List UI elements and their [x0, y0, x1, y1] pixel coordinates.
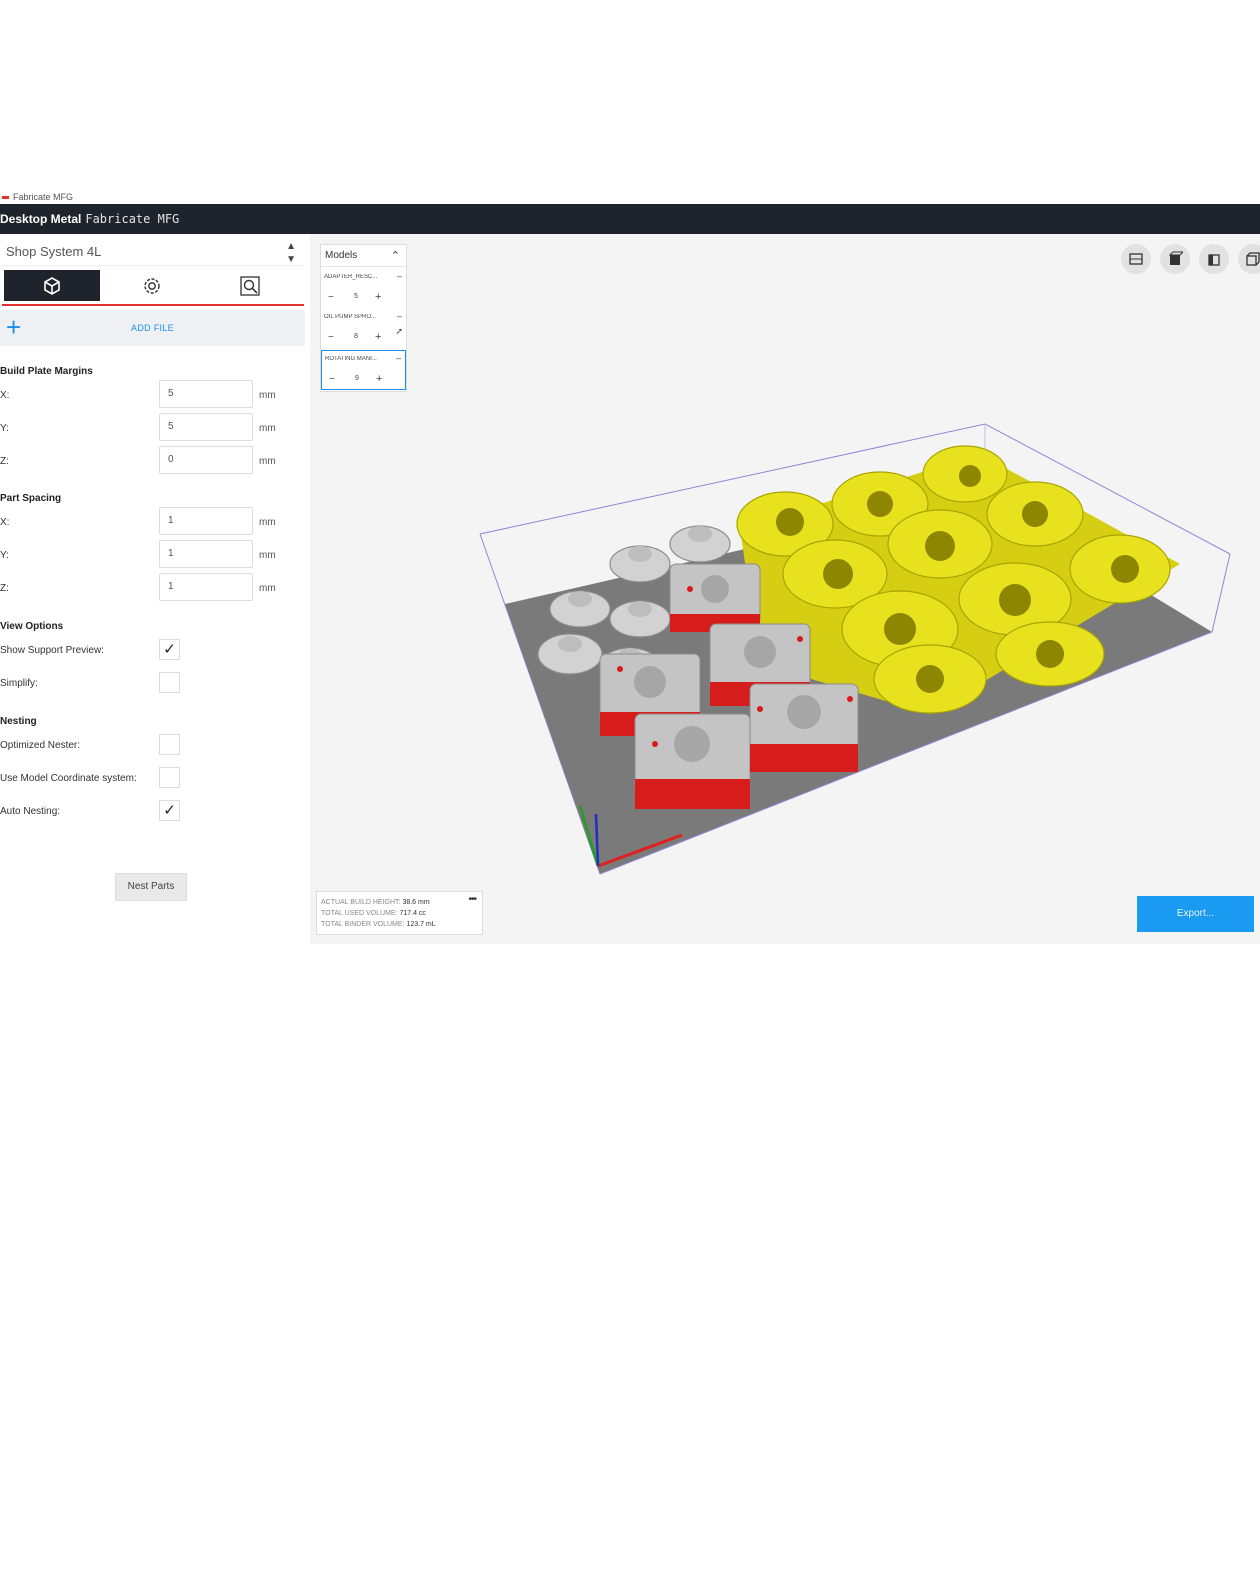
spacing-x-unit: mm: [259, 517, 276, 528]
optimized-nester-checkbox[interactable]: [159, 734, 180, 755]
build-box-edge: [1211, 553, 1231, 633]
view-iso-button[interactable]: [1238, 244, 1260, 274]
app-header: Desktop Metal Fabricate MFG: [0, 204, 1260, 234]
add-file-button[interactable]: + ADD FILE: [0, 310, 305, 346]
os-window-title: Fabricate MFG: [0, 190, 1260, 204]
gear-icon: [144, 277, 160, 294]
spacing-y-unit: mm: [259, 550, 276, 561]
printer-select[interactable]: Shop System 4L ▲ ▼: [2, 238, 304, 266]
add-file-label: ADD FILE: [131, 323, 174, 333]
sidebar-tabs: [2, 270, 304, 306]
tab-inspect[interactable]: [202, 270, 298, 301]
part-spacing-title: Part Spacing: [0, 493, 62, 504]
decrement-button[interactable]: −: [329, 374, 335, 385]
decrement-button[interactable]: −: [328, 292, 334, 303]
auto-nesting-checkbox[interactable]: ✓: [159, 800, 180, 821]
select-arrows-icon: ▲ ▼: [286, 241, 296, 265]
use-model-coordinate-checkbox[interactable]: [159, 767, 180, 788]
models-panel-header[interactable]: Models ⌃: [321, 245, 406, 267]
increment-button[interactable]: +: [376, 373, 382, 385]
binder-volume-row: TOTAL BINDER VOLUME: 123.7 mL: [321, 921, 436, 928]
printer-select-value: Shop System 4L: [6, 244, 102, 259]
chevron-up-icon[interactable]: ⌃: [391, 245, 400, 267]
model-quantity[interactable]: 9: [352, 375, 362, 382]
model-quantity[interactable]: 8: [351, 333, 361, 340]
more-icon[interactable]: •••: [468, 894, 476, 905]
3d-viewport[interactable]: Models ⌃ ADAPTER_RESC... – − 5 + OIL PUM…: [310, 234, 1260, 944]
product-name: Fabricate MFG: [85, 212, 180, 226]
model-quantity[interactable]: 5: [351, 293, 361, 300]
app-logo-icon: [2, 196, 9, 200]
margin-x-input[interactable]: 5: [159, 380, 253, 408]
increment-button[interactable]: +: [375, 291, 381, 303]
margin-y-unit: mm: [259, 423, 276, 434]
margin-y-input[interactable]: 5: [159, 413, 253, 441]
simplify-label: Simplify:: [0, 678, 38, 689]
models-panel: Models ⌃ ADAPTER_RESC... – − 5 + OIL PUM…: [320, 244, 407, 392]
checkmark-icon: ✓: [163, 802, 176, 819]
margin-x-label: X:: [0, 390, 10, 401]
use-model-coordinate-label: Use Model Coordinate system:: [0, 773, 137, 784]
more-icon[interactable]: –: [396, 353, 401, 363]
tab-settings[interactable]: [104, 270, 200, 301]
view-top-icon: [1168, 251, 1183, 265]
spacing-x-input[interactable]: 1: [159, 507, 253, 535]
spacing-z-input[interactable]: 1: [159, 573, 253, 601]
view-side-icon: [1208, 254, 1220, 266]
brand-name: Desktop Metal: [0, 212, 82, 226]
margin-z-unit: mm: [259, 456, 276, 467]
spacing-y-label: Y:: [0, 550, 9, 561]
spacing-z-label: Z:: [0, 583, 9, 594]
nesting-title: Nesting: [0, 716, 37, 727]
view-front-icon: [1129, 253, 1143, 265]
view-top-button[interactable]: [1160, 244, 1190, 274]
model-item[interactable]: OIL PUMP SPRO... – ➚ − 8 +: [321, 309, 406, 349]
spacing-y-input[interactable]: 1: [159, 540, 253, 568]
checkmark-icon: ✓: [163, 641, 176, 658]
margin-y-label: Y:: [0, 423, 9, 434]
tab-model[interactable]: [4, 270, 100, 301]
cube-icon: [44, 276, 60, 295]
model-name: OIL PUMP SPRO...: [324, 314, 377, 320]
model-item-selected[interactable]: ROTATING MANI... – − 9 +: [321, 350, 406, 390]
nest-parts-button[interactable]: Nest Parts: [115, 873, 187, 901]
decrement-button[interactable]: −: [328, 332, 334, 343]
view-buttons: [1121, 244, 1260, 274]
model-name: ADAPTER_RESC...: [324, 274, 378, 280]
optimized-nester-label: Optimized Nester:: [0, 740, 81, 751]
more-icon[interactable]: –: [397, 271, 402, 281]
simplify-checkbox[interactable]: [159, 672, 180, 693]
view-side-button[interactable]: [1199, 244, 1229, 274]
more-icon[interactable]: –: [397, 311, 402, 321]
auto-nesting-label: Auto Nesting:: [0, 806, 61, 817]
model-item[interactable]: ADAPTER_RESC... – − 5 +: [321, 269, 406, 309]
margin-z-input[interactable]: 0: [159, 446, 253, 474]
pin-icon[interactable]: ➚: [395, 326, 403, 337]
show-support-preview-checkbox[interactable]: ✓: [159, 639, 180, 660]
view-options-title: View Options: [0, 621, 64, 632]
inspect-icon: [240, 275, 260, 296]
used-volume-row: TOTAL USED VOLUME: 717.4 cc: [321, 910, 426, 917]
spacing-z-unit: mm: [259, 583, 276, 594]
models-panel-title: Models: [325, 250, 358, 261]
build-volume-scene[interactable]: [460, 414, 1250, 894]
margin-z-label: Z:: [0, 456, 9, 467]
show-support-preview-label: Show Support Preview:: [0, 645, 104, 656]
view-front-button[interactable]: [1121, 244, 1151, 274]
build-plate-margins-title: Build Plate Margins: [0, 366, 93, 377]
increment-button[interactable]: +: [375, 331, 381, 343]
sidebar: Shop System 4L ▲ ▼ + ADD FILE Build Plate…: [0, 234, 310, 944]
margin-x-unit: mm: [259, 390, 276, 401]
spacing-x-label: X:: [0, 517, 10, 528]
build-height-row: ACTUAL BUILD HEIGHT: 38.6 mm: [321, 899, 430, 906]
model-name: ROTATING MANI...: [325, 356, 377, 362]
build-stats-panel: ••• ACTUAL BUILD HEIGHT: 38.6 mm TOTAL U…: [316, 891, 483, 935]
export-button[interactable]: Export...: [1137, 896, 1254, 932]
view-iso-icon: [1246, 252, 1260, 266]
